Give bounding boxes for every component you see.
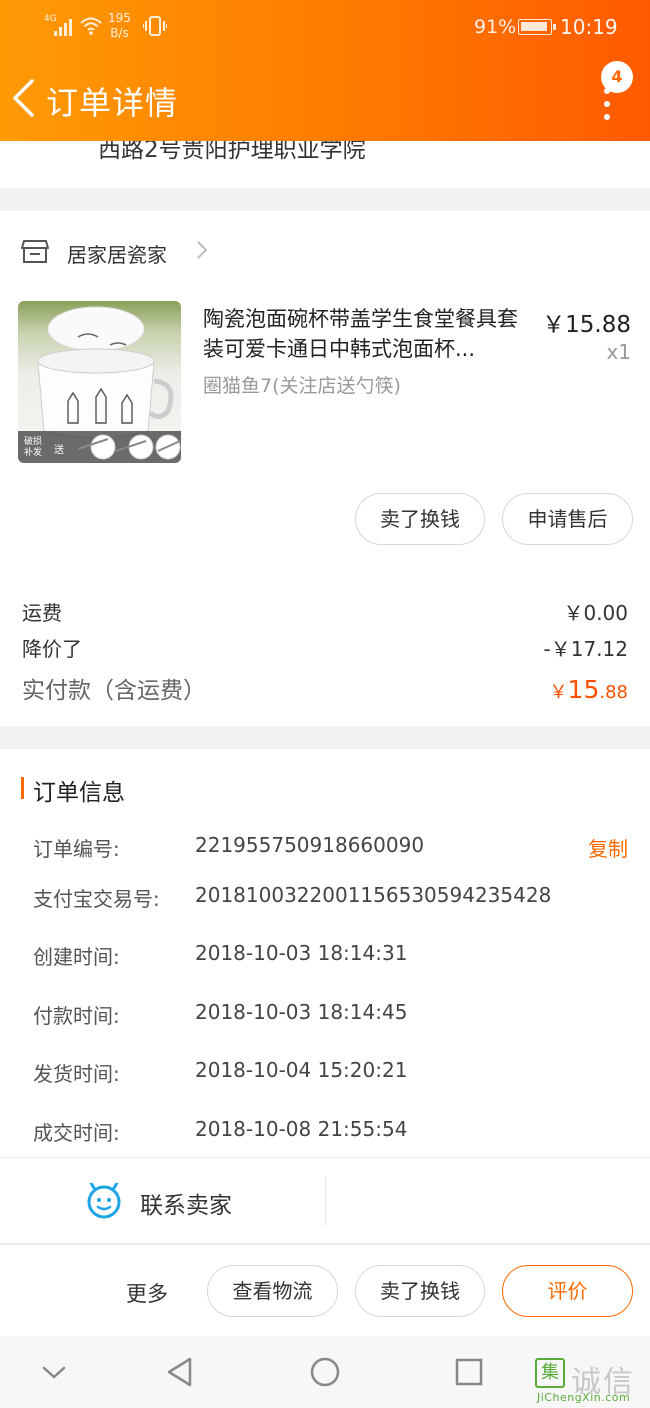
thumb-badge: 破损补发 <box>23 437 42 458</box>
network-speed: 195 B/s <box>108 11 131 40</box>
view-logistics-button[interactable]: 查看物流 <box>207 1265 338 1317</box>
action-bar: 更多 查看物流 卖了换钱 评价 <box>0 1244 650 1336</box>
product-sku: 圈猫鱼7(关注店送勺筷) <box>203 375 401 397</box>
paid-amount: ￥15.88 <box>549 675 628 704</box>
shipping-label: 运费 <box>22 601 62 625</box>
chevron-right-icon[interactable] <box>194 239 210 261</box>
network-type: 4G <box>44 14 57 24</box>
recents-square-icon[interactable] <box>453 1356 485 1388</box>
page-title: 订单详情 <box>46 84 179 122</box>
copy-button[interactable]: 复制 <box>588 833 628 862</box>
order-detail-page: 4G 195 B/s 91% 10:19 订单详情 4 西路2号贵阳护理职业学院… <box>0 0 650 1408</box>
wifi-icon <box>80 17 102 35</box>
info-label: 发货时间: <box>33 1062 120 1086</box>
info-value: 2018-10-04 15:20:21 <box>195 1058 408 1082</box>
chevron-left-icon[interactable] <box>10 78 36 118</box>
product-name[interactable]: 陶瓷泡面碗杯带盖学生食堂餐具套装可爱卡通日中韩式泡面杯... <box>203 304 538 364</box>
discount-value: -￥17.12 <box>543 637 628 661</box>
battery-percent: 91% <box>474 16 517 38</box>
contact-bar: 联系卖家 <box>0 1157 650 1243</box>
order-info-card: 订单信息 订单编号: 221955750918660090 复制 支付宝交易号:… <box>0 749 650 1157</box>
shipping-value: ￥0.00 <box>563 601 628 625</box>
watermark-logo: 集 诚信 JiChengXin.com <box>533 1355 649 1405</box>
info-label: 付款时间: <box>33 1004 120 1028</box>
info-label: 成交时间: <box>33 1121 120 1145</box>
divider <box>325 1176 326 1226</box>
section-accent-bar <box>21 777 24 799</box>
sell-button[interactable]: 卖了换钱 <box>355 1265 485 1317</box>
product-quantity: x1 <box>606 340 631 364</box>
discount-label: 降价了 <box>22 637 82 661</box>
clock: 10:19 <box>560 15 618 39</box>
store-icon <box>21 240 49 263</box>
info-value: 2018100322001156530594235428 <box>195 883 552 907</box>
chat-face-icon[interactable] <box>86 1183 122 1219</box>
product-thumbnail[interactable]: 破损补发 送 <box>18 301 181 463</box>
battery-icon <box>518 19 556 35</box>
paid-label: 实付款（含运费） <box>22 678 206 704</box>
discount-row: 降价了 -￥17.12 <box>22 633 628 662</box>
watermark-url: JiChengXin.com <box>537 1391 631 1404</box>
review-button[interactable]: 评价 <box>502 1265 633 1317</box>
info-value: 2018-10-08 21:55:54 <box>195 1117 408 1141</box>
info-label: 订单编号: <box>33 837 120 861</box>
paid-row: 实付款（含运费） ￥15.88 <box>22 671 628 705</box>
home-circle-icon[interactable] <box>309 1356 341 1388</box>
info-label: 创建时间: <box>33 945 120 969</box>
more-vertical-icon[interactable] <box>596 88 618 124</box>
back-triangle-icon[interactable] <box>164 1356 196 1388</box>
more-button[interactable]: 更多 <box>126 1278 168 1308</box>
chevron-down-icon[interactable] <box>38 1356 70 1388</box>
shipping-row: 运费 ￥0.00 <box>22 597 628 626</box>
message-count-badge[interactable]: 4 <box>601 61 633 93</box>
contact-seller-button[interactable]: 联系卖家 <box>140 1186 232 1220</box>
product-price: ￥15.88 <box>542 312 631 338</box>
info-value: 221955750918660090 <box>195 833 425 857</box>
app-header: 4G 195 B/s 91% 10:19 订单详情 4 <box>0 0 650 141</box>
info-value: 2018-10-03 18:14:45 <box>195 1000 408 1024</box>
shop-name[interactable]: 居家居瓷家 <box>67 239 167 268</box>
watermark-icon: 集 <box>535 1358 565 1388</box>
after-sale-button[interactable]: 申请售后 <box>502 493 633 545</box>
thumb-gift: 送 <box>54 445 64 456</box>
sell-item-button[interactable]: 卖了换钱 <box>355 493 485 545</box>
signal-icon: 4G <box>44 14 74 36</box>
info-label: 支付宝交易号: <box>33 887 160 911</box>
order-card: 居家居瓷家 破损补发 送 陶瓷泡面碗杯带盖学生食堂餐具套装可爱卡通日中韩式泡面杯… <box>0 211 650 726</box>
order-info-title: 订单信息 <box>33 780 125 806</box>
vibrate-icon <box>143 16 167 36</box>
status-bar: 4G 195 B/s 91% 10:19 <box>0 0 650 56</box>
info-value: 2018-10-03 18:14:31 <box>195 941 408 965</box>
